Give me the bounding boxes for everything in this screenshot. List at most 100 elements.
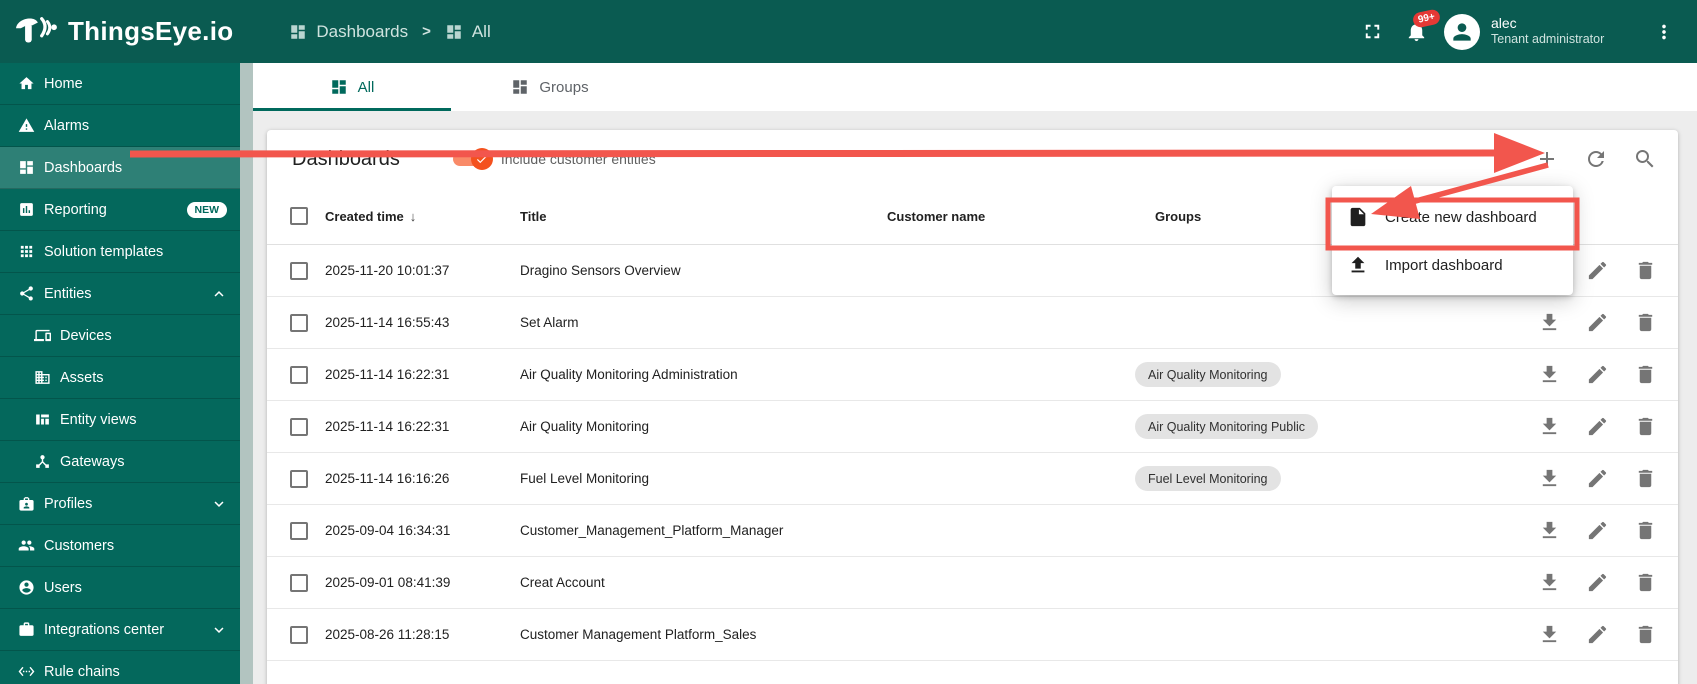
- edit-dashboard-button[interactable]: [1586, 363, 1609, 386]
- header-overflow-menu-button[interactable]: [1653, 21, 1675, 43]
- row-checkbox[interactable]: [290, 626, 308, 644]
- cell-title: Air Quality Monitoring: [520, 419, 887, 434]
- sidebar-item-assets[interactable]: Assets: [0, 357, 240, 399]
- new-badge: NEW: [187, 202, 228, 218]
- tab-all[interactable]: All: [253, 63, 451, 111]
- trash-icon: [1634, 363, 1657, 386]
- card-header: Dashboards Include customer entities: [267, 130, 1678, 188]
- table-row[interactable]: 2025-08-26 11:28:15 Customer Management …: [267, 609, 1678, 661]
- export-dashboard-button[interactable]: [1538, 467, 1561, 490]
- delete-dashboard-button[interactable]: [1634, 571, 1657, 594]
- sidebar-item-users[interactable]: Users: [0, 567, 240, 609]
- refresh-icon: [1584, 147, 1608, 171]
- toggle-label: Include customer entities: [501, 151, 656, 167]
- row-checkbox[interactable]: [290, 522, 308, 540]
- row-checkbox[interactable]: [290, 574, 308, 592]
- fullscreen-button[interactable]: [1350, 10, 1394, 54]
- sidebar-item-entity-views[interactable]: Entity views: [0, 399, 240, 441]
- sidebar-item-label: Solution templates: [44, 244, 163, 260]
- download-icon: [1538, 623, 1561, 646]
- delete-dashboard-button[interactable]: [1634, 519, 1657, 542]
- page-title: Dashboards: [292, 148, 400, 171]
- dashboard-icon: [511, 78, 529, 96]
- edit-dashboard-button[interactable]: [1586, 571, 1609, 594]
- edit-dashboard-button[interactable]: [1586, 519, 1609, 542]
- edit-dashboard-button[interactable]: [1586, 467, 1609, 490]
- edit-dashboard-button[interactable]: [1586, 415, 1609, 438]
- cell-title: Fuel Level Monitoring: [520, 471, 887, 486]
- edit-pencil-icon: [1586, 259, 1609, 282]
- delete-dashboard-button[interactable]: [1634, 363, 1657, 386]
- export-dashboard-button[interactable]: [1538, 311, 1561, 334]
- entities-icon: [18, 285, 35, 302]
- edit-dashboard-button[interactable]: [1586, 623, 1609, 646]
- sidebar-item-customers[interactable]: Customers: [0, 525, 240, 567]
- group-chip[interactable]: Fuel Level Monitoring: [1135, 466, 1281, 491]
- app-logo[interactable]: ThingsEye.io: [13, 13, 233, 51]
- tab-groups[interactable]: Groups: [451, 63, 649, 111]
- export-dashboard-button[interactable]: [1538, 571, 1561, 594]
- delete-dashboard-button[interactable]: [1634, 311, 1657, 334]
- trash-icon: [1634, 623, 1657, 646]
- sidebar-item-entities[interactable]: Entities: [0, 273, 240, 315]
- table-row[interactable]: 2025-11-14 16:22:31 Air Quality Monitori…: [267, 401, 1678, 453]
- grid-apps-icon: [18, 243, 35, 260]
- sidebar-item-devices[interactable]: Devices: [0, 315, 240, 357]
- sidebar-scrollbar[interactable]: [240, 63, 253, 684]
- sidebar-item-label: Gateways: [60, 454, 124, 470]
- refresh-button[interactable]: [1584, 147, 1608, 171]
- kebab-menu-icon: [1653, 21, 1675, 43]
- column-header-customer-name[interactable]: Customer name: [887, 209, 1135, 224]
- row-checkbox[interactable]: [290, 470, 308, 488]
- tab-label: All: [358, 79, 375, 96]
- delete-dashboard-button[interactable]: [1634, 415, 1657, 438]
- delete-dashboard-button[interactable]: [1634, 259, 1657, 282]
- menu-item-create-new-dashboard[interactable]: Create new dashboard: [1332, 193, 1573, 241]
- table-row[interactable]: 2025-11-14 16:55:43 Set Alarm: [267, 297, 1678, 349]
- delete-dashboard-button[interactable]: [1634, 623, 1657, 646]
- sidebar-item-solution-templates[interactable]: Solution templates: [0, 231, 240, 273]
- export-dashboard-button[interactable]: [1538, 623, 1561, 646]
- column-header-created-time[interactable]: Created time↓: [325, 209, 520, 224]
- include-customer-entities-toggle[interactable]: [453, 152, 490, 166]
- table-row[interactable]: 2025-09-04 16:34:31 Customer_Management_…: [267, 505, 1678, 557]
- table-toolbar: [1510, 147, 1657, 171]
- table-row[interactable]: 2025-11-14 16:22:31 Air Quality Monitori…: [267, 349, 1678, 401]
- trash-icon: [1634, 571, 1657, 594]
- sidebar-item-alarms[interactable]: Alarms: [0, 105, 240, 147]
- download-icon: [1538, 363, 1561, 386]
- sidebar-item-profiles[interactable]: Profiles: [0, 483, 240, 525]
- row-checkbox[interactable]: [290, 314, 308, 332]
- edit-dashboard-button[interactable]: [1586, 259, 1609, 282]
- menu-item-import-dashboard[interactable]: Import dashboard: [1332, 241, 1573, 289]
- sidebar-item-integrations-center[interactable]: Integrations center: [0, 609, 240, 651]
- group-chip[interactable]: Air Quality Monitoring Public: [1135, 414, 1318, 439]
- group-chip[interactable]: Air Quality Monitoring: [1135, 362, 1281, 387]
- sidebar-item-gateways[interactable]: Gateways: [0, 441, 240, 483]
- export-dashboard-button[interactable]: [1538, 415, 1561, 438]
- table-row[interactable]: 2025-09-01 08:41:39 Creat Account: [267, 557, 1678, 609]
- select-all-checkbox[interactable]: [290, 207, 308, 225]
- devices-icon: [34, 327, 51, 344]
- edit-dashboard-button[interactable]: [1586, 311, 1609, 334]
- row-checkbox[interactable]: [290, 262, 308, 280]
- notifications-button[interactable]: 99+: [1394, 10, 1438, 54]
- breadcrumb-dashboards[interactable]: Dashboards: [289, 22, 408, 42]
- sidebar-item-reporting[interactable]: Reporting NEW: [0, 189, 240, 231]
- sidebar-item-dashboards[interactable]: Dashboards: [0, 147, 240, 189]
- row-checkbox[interactable]: [290, 418, 308, 436]
- search-button[interactable]: [1633, 147, 1657, 171]
- trash-icon: [1634, 519, 1657, 542]
- breadcrumb-all[interactable]: All: [445, 22, 491, 42]
- table-row[interactable]: 2025-11-14 16:16:26 Fuel Level Monitorin…: [267, 453, 1678, 505]
- export-dashboard-button[interactable]: [1538, 363, 1561, 386]
- column-header-title[interactable]: Title: [520, 209, 887, 224]
- export-dashboard-button[interactable]: [1538, 519, 1561, 542]
- sidebar-item-rule-chains[interactable]: Rule chains: [0, 651, 240, 684]
- delete-dashboard-button[interactable]: [1634, 467, 1657, 490]
- add-dashboard-button[interactable]: [1535, 147, 1559, 171]
- sidebar-item-label: Integrations center: [44, 622, 164, 638]
- avatar[interactable]: [1444, 14, 1480, 50]
- sidebar-item-home[interactable]: Home: [0, 63, 240, 105]
- row-checkbox[interactable]: [290, 366, 308, 384]
